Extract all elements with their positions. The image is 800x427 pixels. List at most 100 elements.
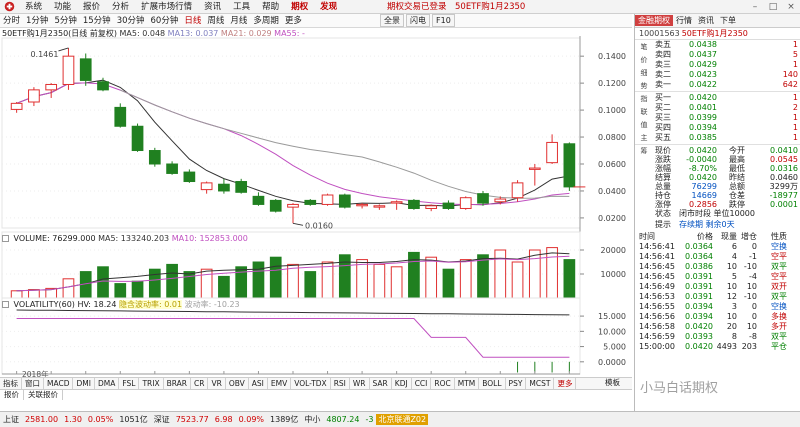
menu-ext-market[interactable]: 扩展市场行情 (135, 0, 198, 14)
indicator-tab[interactable]: EMV (268, 378, 292, 389)
ask-row[interactable]: 卖一 0.0422 642 (635, 80, 800, 90)
panel-toggle-icon[interactable] (2, 235, 9, 242)
flash-button[interactable]: 闪电 (406, 14, 430, 27)
indicator-tab[interactable]: OBV (226, 378, 249, 389)
chart-area[interactable]: 0.1400 0.1200 0.1000 0.0800 0.0600 0.0400 0.02… (0, 28, 632, 376)
bid-label: 买三 (655, 113, 671, 122)
indicator-tab[interactable]: MTM (455, 378, 480, 389)
volume-bar (546, 247, 558, 299)
sh-index-label[interactable]: 上证 (0, 414, 22, 425)
indicator-tab[interactable]: BOLL (479, 378, 506, 389)
tab-order[interactable]: 下单 (717, 15, 739, 26)
indicator-tab[interactable]: WR (350, 378, 370, 389)
indicator-tab[interactable]: KDJ (392, 378, 412, 389)
indicator-tab[interactable]: CR (191, 378, 209, 389)
minimize-icon[interactable]: – (748, 1, 762, 12)
bid-row[interactable]: 买三 0.0399 1 (635, 113, 800, 123)
indicator-tab[interactable]: PSY (506, 378, 527, 389)
menu-discover[interactable]: 发现 (314, 0, 343, 14)
menu-info[interactable]: 资讯 (198, 0, 227, 14)
period-5min[interactable]: 5分钟 (51, 14, 79, 28)
indicator-tab[interactable]: ASI (249, 378, 268, 389)
indicator-tabs: 指标 窗口 MACD DMI DMA FSL TRIX BRAR CR VR OBV ASI EMV VO… (0, 377, 632, 389)
period-more[interactable]: 更多 (282, 14, 305, 28)
tab-news[interactable]: 资讯 (695, 15, 717, 26)
period-daily[interactable]: 日线 (181, 14, 204, 28)
menu-analysis[interactable]: 分析 (106, 0, 135, 14)
ask-row[interactable]: 卖三 0.0429 1 (635, 60, 800, 70)
indicator-tab[interactable]: 窗口 (22, 378, 44, 389)
indicator-tab[interactable]: MCST (526, 378, 555, 389)
sidebar-tab[interactable]: 细 (639, 69, 649, 76)
sidebar-tab[interactable]: 主 (639, 134, 649, 141)
period-60min[interactable]: 60分钟 (148, 14, 182, 28)
candle-body (511, 182, 524, 199)
period-timeshare[interactable]: 分时 (0, 14, 23, 28)
sz-index-label[interactable]: 深证 (151, 414, 173, 425)
indicator-tab[interactable]: ROC (431, 378, 455, 389)
quote-panel-tabs: 金融期权 行情 资讯 下单 (635, 14, 800, 28)
indicator-tab[interactable]: BRAR (164, 378, 192, 389)
period-30min[interactable]: 30分钟 (114, 14, 148, 28)
ask-row[interactable]: 卖二 0.0423 140 (635, 70, 800, 80)
indicator-tab[interactable]: VR (208, 378, 226, 389)
candle-body (166, 163, 178, 174)
candle-body (528, 167, 541, 170)
indicator-tab[interactable]: DMI (73, 378, 95, 389)
period-1min[interactable]: 1分钟 (23, 14, 51, 28)
bid-row[interactable]: 买四 0.0394 1 (635, 123, 800, 133)
sidebar-tab[interactable]: 值 (639, 121, 649, 128)
sheet-tab-related[interactable]: 关联报价 (24, 390, 63, 400)
ask-row[interactable]: 卖四 0.0437 5 (635, 50, 800, 60)
menu-tools[interactable]: 工具 (227, 0, 256, 14)
bid-row[interactable]: 买二 0.0401 2 (635, 103, 800, 113)
close-icon[interactable]: × (784, 1, 798, 12)
indicator-tab[interactable]: 更多 (554, 378, 577, 389)
indicator-tab[interactable]: RSI (331, 378, 350, 389)
tick-time: 14:56:56 (639, 312, 675, 321)
menu-function[interactable]: 功能 (48, 0, 77, 14)
indicator-tab[interactable]: TRIX (139, 378, 164, 389)
smb-index-label[interactable]: 中小 (301, 414, 323, 425)
bid-row[interactable]: 买五 0.0385 1 (635, 133, 800, 143)
period-weekly[interactable]: 周线 (204, 14, 227, 28)
period-monthly[interactable]: 月线 (227, 14, 250, 28)
f10-button[interactable]: F10 (432, 14, 455, 27)
server-badge[interactable]: 北京联通Z02 (376, 414, 429, 425)
period-multi[interactable]: 多周期 (250, 14, 282, 28)
indicator-tab[interactable]: CCI (412, 378, 432, 389)
sidebar-tab[interactable]: 联 (639, 108, 649, 115)
menu-help[interactable]: 帮助 (256, 0, 285, 14)
volume-bar (477, 254, 489, 299)
indicator-tab[interactable]: FSL (119, 378, 140, 389)
maximize-icon[interactable]: □ (766, 1, 780, 12)
chart-canvas[interactable]: 0.1400 0.1200 0.1000 0.0800 0.0600 0.0400 0.02… (0, 28, 632, 376)
menu-option[interactable]: 期权 (285, 0, 314, 14)
app-logo-icon[interactable] (2, 1, 16, 13)
indicator-tab[interactable]: 指标 (0, 378, 22, 389)
indicator-tab[interactable]: VOL-TDX (291, 378, 331, 389)
indicator-tab[interactable]: MACD (44, 378, 74, 389)
tick-price: 0.0394 (685, 312, 713, 321)
indicator-tab[interactable]: SAR (370, 378, 392, 389)
template-button[interactable]: 模板 (605, 377, 620, 388)
indicator-tab[interactable]: DMA (95, 378, 120, 389)
tab-market[interactable]: 行情 (673, 15, 695, 26)
sidebar-tab[interactable]: 价 (639, 56, 649, 63)
sidebar-tab[interactable]: 指 (639, 95, 649, 102)
hint-value[interactable]: 存续期 剩余0天 (679, 219, 735, 230)
bid-row[interactable]: 买一 0.0420 1 (635, 93, 800, 103)
sidebar-tab[interactable]: 笔 (639, 43, 649, 50)
sh-index-amount: 1051亿 (119, 415, 148, 424)
menu-system[interactable]: 系统 (19, 0, 48, 14)
candle-body (62, 55, 75, 85)
tab-financial-option[interactable]: 金融期权 (635, 15, 673, 26)
sidebar-tab[interactable]: 筹 (639, 147, 649, 154)
sidebar-tab[interactable]: 势 (639, 82, 649, 89)
panel-toggle-icon[interactable] (2, 301, 9, 308)
menu-quote[interactable]: 报价 (77, 0, 106, 14)
sheet-tab-quote[interactable]: 报价 (0, 390, 24, 400)
period-15min[interactable]: 15分钟 (80, 14, 114, 28)
panorama-button[interactable]: 全景 (380, 14, 404, 27)
ask-row[interactable]: 卖五 0.0438 1 (635, 40, 800, 50)
